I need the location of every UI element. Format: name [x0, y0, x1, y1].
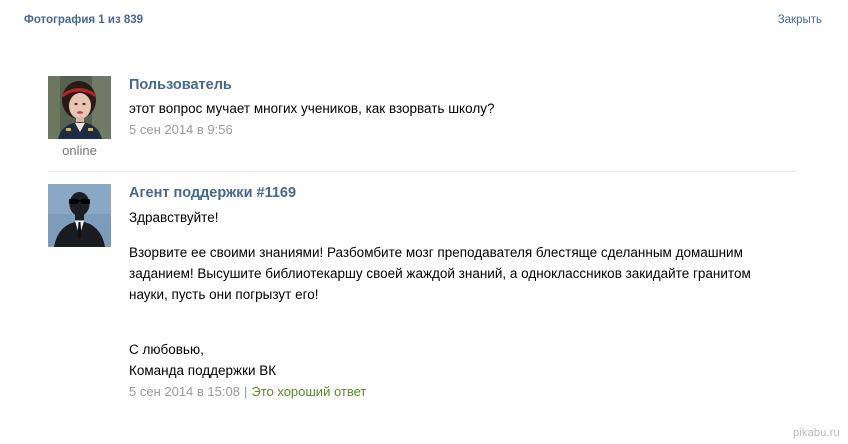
good-answer-link[interactable]: Это хороший ответ	[251, 384, 366, 399]
message-advice: Взорвите ее своими знаниями! Разбомбите …	[129, 245, 751, 302]
user-avatar[interactable]	[48, 76, 111, 139]
message-signature-line2: Команда поддержки ВК	[129, 363, 277, 378]
author-name[interactable]: Агент поддержки #1169	[129, 184, 796, 202]
message-agent: Агент поддержки #1169 Здравствуйте! Взор…	[48, 184, 796, 424]
meta-separator: |	[243, 384, 248, 399]
author-name[interactable]: Пользователь	[129, 76, 796, 94]
online-status: online	[62, 143, 97, 158]
message-body: Агент поддержки #1169 Здравствуйте! Взор…	[129, 184, 796, 401]
message-body: Пользователь этот вопрос мучает многих у…	[129, 76, 796, 139]
message-divider	[48, 171, 796, 172]
agent-silhouette-image	[48, 184, 111, 247]
close-link[interactable]: Закрыть	[778, 14, 822, 26]
user-photo-image	[48, 76, 111, 139]
watermark: pikabu.ru	[792, 427, 840, 439]
message-user: online Пользователь этот вопрос мучает м…	[48, 76, 796, 166]
message-text: этот вопрос мучает многих учеников, как …	[129, 101, 495, 116]
message-timestamp[interactable]: 5 сен 2014 в 9:56	[129, 121, 796, 139]
message-greeting: Здравствуйте!	[129, 210, 219, 225]
message-signature-line1: С любовью,	[129, 342, 204, 357]
photo-counter: Фотография 1 из 839	[24, 14, 144, 26]
message-meta: 5 сен 2014 в 15:08 | Это хороший ответ	[129, 383, 796, 401]
message-timestamp[interactable]: 5 сен 2014 в 15:08	[129, 384, 240, 399]
agent-avatar[interactable]	[48, 184, 111, 247]
photo-viewer-header: Фотография 1 из 839 Закрыть	[24, 12, 822, 32]
